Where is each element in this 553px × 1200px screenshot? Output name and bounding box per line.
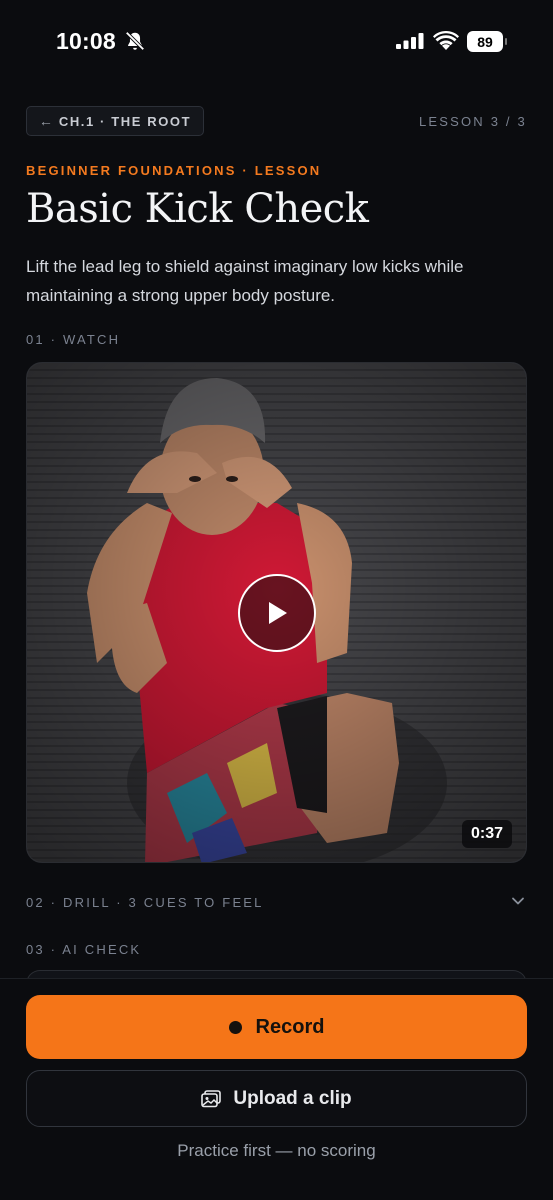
status-time: 10:08	[56, 28, 116, 54]
cellular-signal-icon	[396, 33, 424, 49]
bottom-action-bar: Record Upload a clip Practice first — no…	[0, 978, 553, 1200]
record-dot-icon	[228, 1020, 242, 1034]
back-to-chapter-button[interactable]: ← CH.1 · THE ROOT	[26, 106, 204, 136]
section-ai-check-label: 03 · AI CHECK	[26, 942, 142, 957]
upload-button-label: Upload a clip	[233, 1087, 352, 1109]
lesson-counter: LESSON 3 / 3	[418, 114, 527, 129]
page-title: Basic Kick Check	[26, 186, 369, 232]
back-button-label: CH.1 · THE ROOT	[58, 113, 192, 129]
image-upload-icon	[201, 1089, 222, 1107]
video-duration: 0:37	[461, 820, 512, 848]
section-drill-toggle[interactable]: 02 · DRILL · 3 CUES TO FEEL	[26, 895, 264, 910]
status-bar: 10:08 89	[0, 0, 553, 80]
record-button-label: Record	[255, 1015, 325, 1038]
lesson-kicker: BEGINNER FOUNDATIONS · LESSON	[26, 163, 322, 178]
section-watch-label: 01 · WATCH	[26, 332, 121, 347]
upload-clip-button[interactable]: Upload a clip	[26, 1070, 527, 1127]
battery-level: 89	[467, 31, 503, 52]
chevron-down-icon[interactable]	[511, 894, 525, 908]
practice-note: Practice first — no scoring	[177, 1141, 376, 1160]
play-button[interactable]	[238, 574, 316, 652]
lesson-description: Lift the lead leg to shield against imag…	[26, 257, 464, 305]
bell-muted-icon	[125, 31, 145, 51]
lesson-video-player[interactable]: 0:37	[26, 362, 527, 863]
battery-icon: 89	[467, 31, 507, 52]
record-button[interactable]: Record	[26, 995, 527, 1059]
wifi-icon	[433, 31, 459, 50]
play-icon	[269, 602, 287, 624]
back-arrow-icon: ←	[38, 113, 53, 129]
